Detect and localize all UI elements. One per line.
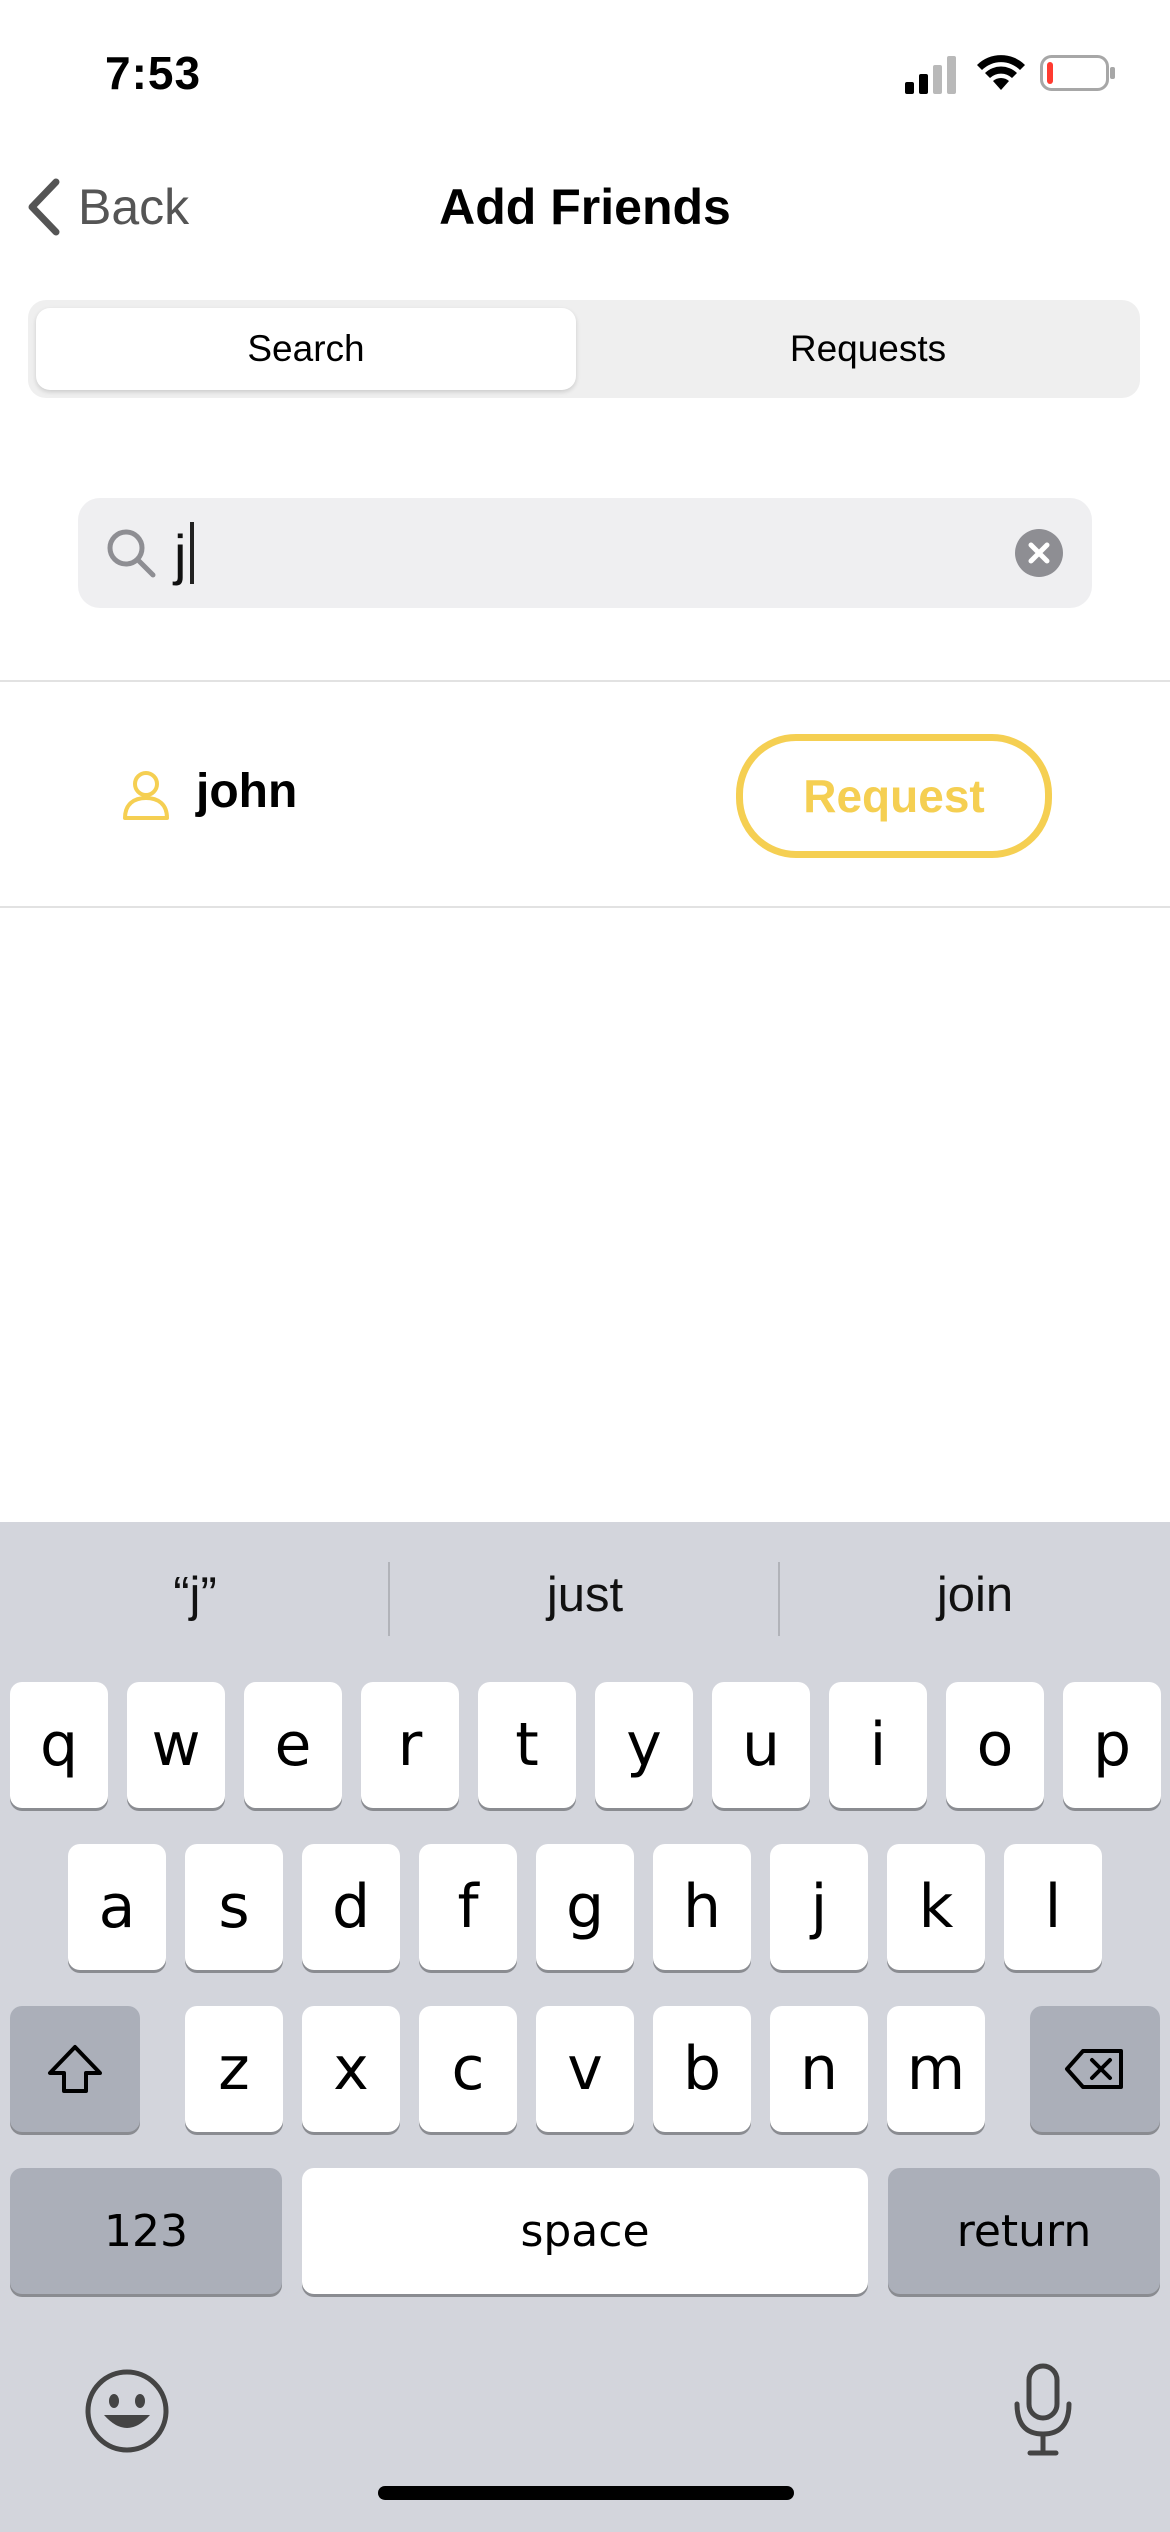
key-m[interactable]: m [887, 2006, 985, 2132]
person-icon [123, 771, 169, 820]
numbers-key[interactable]: 123 [10, 2168, 282, 2294]
key-r[interactable]: r [361, 1682, 459, 1808]
key-y[interactable]: y [595, 1682, 693, 1808]
text-caret [190, 522, 194, 584]
key-i[interactable]: i [829, 1682, 927, 1808]
suggestion-3[interactable]: join [780, 1567, 1170, 1623]
list-item: john Request [0, 682, 1170, 908]
key-w[interactable]: w [127, 1682, 225, 1808]
wifi-icon [977, 55, 1025, 90]
key-s[interactable]: s [185, 1844, 283, 1970]
key-g[interactable]: g [536, 1844, 634, 1970]
suggestion-2[interactable]: just [390, 1567, 780, 1623]
battery-low-icon [1040, 55, 1115, 91]
shift-key[interactable] [10, 2006, 140, 2132]
cellular-signal-icon [905, 56, 956, 94]
key-x[interactable]: x [302, 2006, 400, 2132]
home-indicator[interactable] [378, 2486, 794, 2500]
key-o[interactable]: o [946, 1682, 1044, 1808]
key-c[interactable]: c [419, 2006, 517, 2132]
key-a[interactable]: a [68, 1844, 166, 1970]
key-f[interactable]: f [419, 1844, 517, 1970]
delete-icon [1065, 2049, 1123, 2089]
search-input[interactable]: j [78, 498, 1092, 608]
keyboard: “j” just join q w e r t y u i o p a s d … [0, 1522, 1170, 2532]
suggestion-1[interactable]: “j” [0, 1567, 390, 1623]
tab-search[interactable]: Search [36, 308, 576, 390]
key-u[interactable]: u [712, 1682, 810, 1808]
key-j[interactable]: j [770, 1844, 868, 1970]
divider [0, 906, 1170, 908]
return-key[interactable]: return [888, 2168, 1160, 2294]
key-k[interactable]: k [887, 1844, 985, 1970]
magnifying-glass-icon [107, 529, 156, 578]
key-d[interactable]: d [302, 1844, 400, 1970]
status-time: 7:53 [105, 47, 202, 99]
key-h[interactable]: h [653, 1844, 751, 1970]
key-l[interactable]: l [1004, 1844, 1102, 1970]
key-p[interactable]: p [1063, 1682, 1161, 1808]
request-button[interactable]: Request [736, 734, 1052, 858]
delete-key[interactable] [1030, 2006, 1160, 2132]
segmented-control: Search Requests [28, 300, 1140, 398]
key-t[interactable]: t [478, 1682, 576, 1808]
key-z[interactable]: z [185, 2006, 283, 2132]
clear-circle-icon[interactable] [1014, 528, 1064, 578]
search-input-value: j [174, 523, 187, 586]
tab-requests[interactable]: Requests [608, 308, 1128, 390]
key-n[interactable]: n [770, 2006, 868, 2132]
key-e[interactable]: e [244, 1682, 342, 1808]
key-b[interactable]: b [653, 2006, 751, 2132]
key-q[interactable]: q [10, 1682, 108, 1808]
status-bar: 7:53 [0, 0, 1170, 140]
page-title: Add Friends [439, 179, 731, 235]
microphone-icon[interactable] [1010, 2362, 1076, 2458]
result-name: john [196, 765, 298, 818]
emoji-icon[interactable] [84, 2368, 170, 2454]
key-v[interactable]: v [536, 2006, 634, 2132]
space-key[interactable]: space [302, 2168, 868, 2294]
shift-icon [48, 2045, 102, 2093]
